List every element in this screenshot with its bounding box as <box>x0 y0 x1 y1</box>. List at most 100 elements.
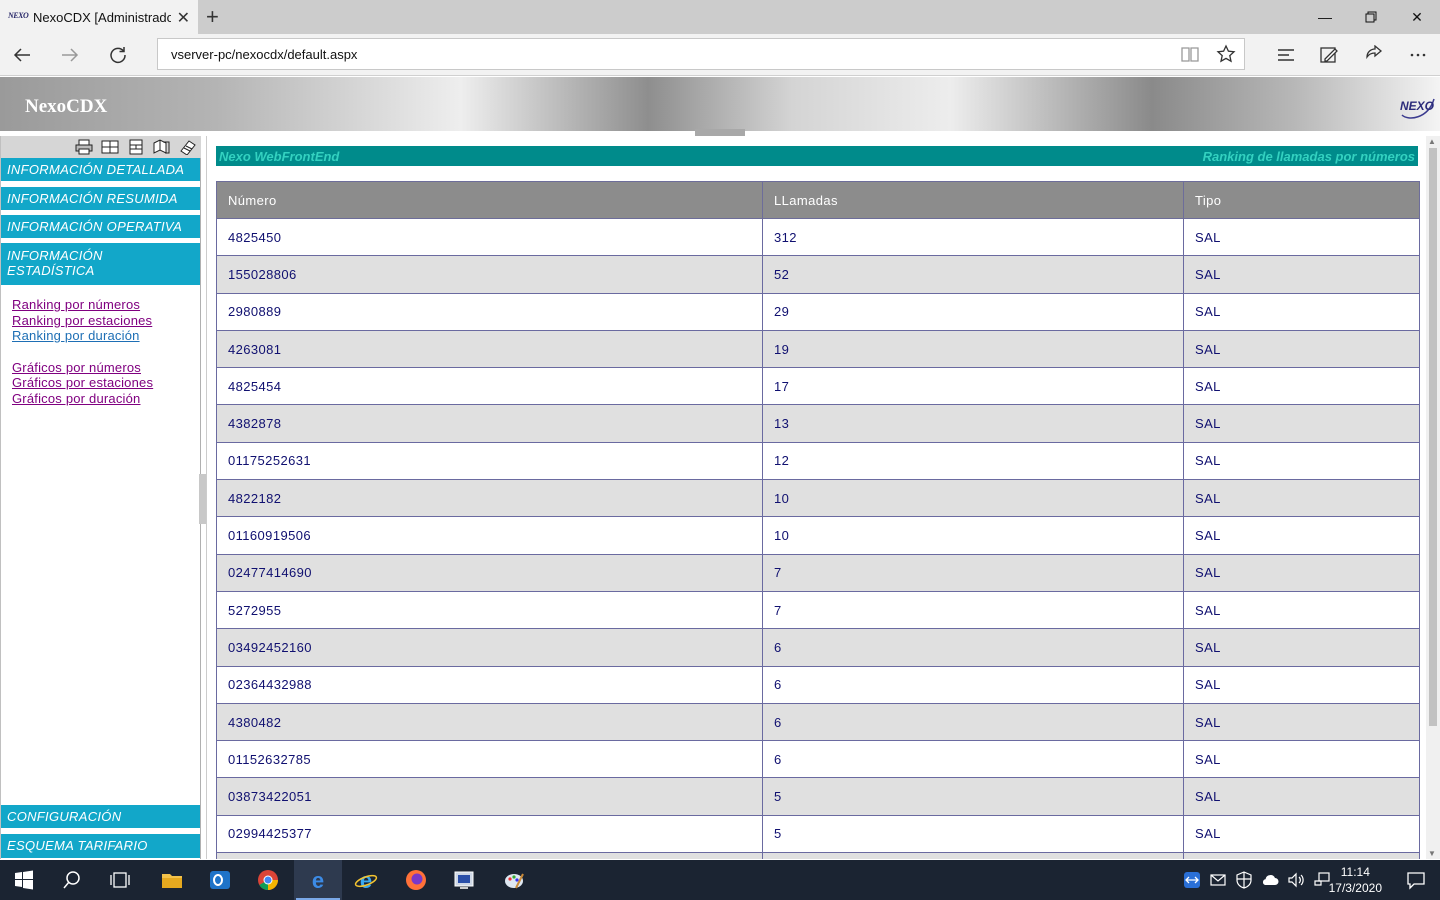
taskbar-firefox[interactable] <box>392 860 440 900</box>
menu-esquema-tarifario[interactable]: ESQUEMA TARIFARIO <box>1 834 200 859</box>
cell-llamadas: 17 <box>762 367 1184 406</box>
column-header-llamadas[interactable]: LLamadas <box>762 181 1184 219</box>
shield-icon[interactable] <box>1234 870 1254 890</box>
cell-llamadas: 6 <box>762 740 1184 779</box>
action-center-icon <box>1407 872 1425 890</box>
column-header-tipo[interactable]: Tipo <box>1183 181 1420 219</box>
column-header-numero[interactable]: Número <box>216 181 763 219</box>
table-row: 01152632785 6 SAL <box>216 740 1420 779</box>
share-icon <box>1366 45 1383 60</box>
banner-page-title: Ranking de llamadas por números <box>1202 148 1415 164</box>
link-ranking-numeros[interactable]: Ranking por números <box>12 297 153 313</box>
menu-informacion-resumida[interactable]: INFORMACIÓN RESUMIDA <box>1 187 200 211</box>
cell-numero: 02364432988 <box>216 665 763 704</box>
taskbar-remote-app[interactable] <box>440 860 488 900</box>
refresh-button[interactable] <box>102 40 134 70</box>
table-row: 01175252631 12 SAL <box>216 441 1420 481</box>
firefox-icon <box>406 870 426 890</box>
minimize-button[interactable]: — <box>1302 0 1348 34</box>
menu-informacion-operativa[interactable]: INFORMACIÓN OPERATIVA <box>1 215 200 239</box>
notifications-button[interactable] <box>1392 860 1440 900</box>
close-window-button[interactable]: ✕ <box>1394 0 1440 34</box>
scroll-down-icon[interactable]: ▼ <box>1428 849 1436 858</box>
link-graficos-estaciones[interactable]: Gráficos por estaciones <box>12 375 153 391</box>
hub-button[interactable] <box>1270 40 1302 70</box>
browser-tab[interactable]: NEXO NexoCDX [Administrador] ✕ <box>0 0 198 34</box>
cell-llamadas: 5 <box>762 814 1184 854</box>
cell-numero: 4825450 <box>216 217 763 257</box>
table-row: 02364432988 6 SAL <box>216 665 1420 704</box>
volume-icon[interactable] <box>1286 870 1306 890</box>
address-bar[interactable]: vserver-pc/nexocdx/default.aspx <box>157 38 1245 70</box>
printer-icon[interactable] <box>75 139 93 155</box>
grid-icon[interactable] <box>101 139 119 155</box>
share-button[interactable] <box>1358 40 1390 70</box>
mail-tray-icon[interactable] <box>1208 870 1228 890</box>
new-tab-button[interactable]: + <box>206 4 219 30</box>
link-graficos-numeros[interactable]: Gráficos por números <box>12 360 153 376</box>
frame-splitter[interactable] <box>695 129 745 136</box>
cell-numero: 01152632785 <box>216 740 763 779</box>
search-button[interactable] <box>48 860 96 900</box>
ranking-table: Número LLamadas Tipo 4825450 312 SAL 155028… <box>216 181 1420 859</box>
scroll-thumb[interactable] <box>1429 148 1437 726</box>
teamviewer-icon[interactable] <box>1182 870 1202 890</box>
menu-configuracion[interactable]: CONFIGURACIÓN <box>1 805 200 829</box>
taskbar-internet-explorer[interactable]: e <box>342 860 390 900</box>
table-row: 02994425377 5 SAL <box>216 814 1420 854</box>
link-ranking-duracion[interactable]: Ranking por duración <box>12 328 153 344</box>
taskbar-paint[interactable] <box>490 860 538 900</box>
notes-icon[interactable] <box>179 139 197 155</box>
cell-llamadas: 52 <box>762 255 1184 294</box>
folder-icon <box>162 874 182 888</box>
taskbar-outlook[interactable] <box>196 860 244 900</box>
link-ranking-estaciones[interactable]: Ranking por estaciones <box>12 313 153 329</box>
cloud-icon[interactable] <box>1260 870 1280 890</box>
forward-button[interactable] <box>54 40 86 70</box>
restore-button[interactable] <box>1348 0 1394 34</box>
windows-logo-icon <box>15 870 33 890</box>
table-row: 4825454 17 SAL <box>216 367 1420 406</box>
app-header: NexoCDX NEXO <box>0 77 1440 131</box>
tab-close-icon[interactable]: ✕ <box>177 8 190 28</box>
start-button[interactable] <box>0 860 48 900</box>
cell-tipo: SAL <box>1183 404 1420 443</box>
notes-button[interactable] <box>1313 40 1345 70</box>
web-note-icon <box>1320 47 1338 63</box>
cell-llamadas: 10 <box>762 516 1184 555</box>
reading-view-icon[interactable] <box>1180 44 1200 64</box>
taskbar-clock[interactable]: 11:14 17/3/2020 <box>1329 864 1382 896</box>
cell-numero: 03873422051 <box>216 777 763 816</box>
menu-informacion-estadistica[interactable]: INFORMACIÓN ESTADÍSTICA <box>1 243 200 286</box>
cell-tipo: SAL <box>1183 628 1420 667</box>
taskbar-file-explorer[interactable] <box>148 860 196 900</box>
layout-icon[interactable] <box>127 139 145 155</box>
table-row: 4822182 10 SAL <box>216 479 1420 518</box>
cell-numero: 03492452160 <box>216 628 763 667</box>
clock-date: 17/3/2020 <box>1328 881 1382 895</box>
favorite-star-icon[interactable] <box>1216 44 1236 64</box>
nexo-logo: NEXO <box>1400 98 1435 119</box>
link-graficos-duracion[interactable]: Gráficos por duración <box>12 391 153 407</box>
table-row: 4263081 19 SAL <box>216 329 1420 369</box>
menu-informacion-detallada[interactable]: INFORMACIÓN DETALLADA <box>1 158 200 182</box>
cell-numero: 4263081 <box>216 329 763 369</box>
taskbar-chrome[interactable] <box>244 860 292 900</box>
task-view-button[interactable] <box>96 860 144 900</box>
scroll-up-icon[interactable]: ▲ <box>1428 137 1436 146</box>
cell-tipo: SAL <box>1183 553 1420 592</box>
table-row: 5272955 7 SAL <box>216 590 1420 630</box>
more-button[interactable] <box>1402 40 1434 70</box>
url-text: vserver-pc/nexocdx/default.aspx <box>171 46 358 62</box>
cell-llamadas: 312 <box>762 217 1184 257</box>
taskbar-edge[interactable]: e <box>294 860 342 900</box>
table-row <box>216 852 1420 859</box>
main-vertical-scrollbar[interactable]: ▲ ▼ <box>1426 136 1440 859</box>
back-button[interactable] <box>6 40 38 70</box>
left-panel-scroll-handle[interactable] <box>199 474 206 524</box>
books-icon[interactable] <box>153 139 171 155</box>
cell-llamadas: 13 <box>762 404 1184 443</box>
app-title: NexoCDX <box>25 96 108 117</box>
svg-text:e: e <box>312 868 324 892</box>
cell-llamadas: 10 <box>762 479 1184 518</box>
